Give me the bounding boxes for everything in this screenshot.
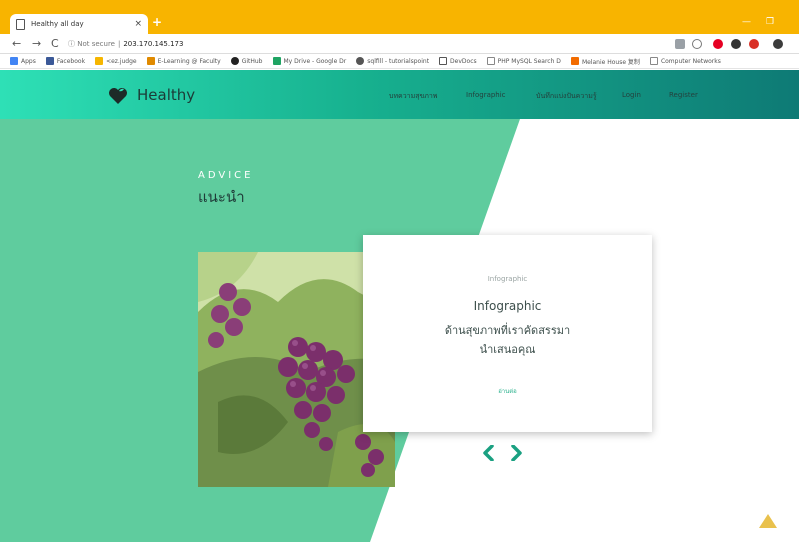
devdocs-icon <box>439 57 448 65</box>
nav-knowledge-notes[interactable]: บันทึกแบ่งปันความรู้ <box>536 91 597 102</box>
page-icon <box>16 18 25 30</box>
new-tab-button[interactable]: + <box>152 15 162 29</box>
github-icon <box>230 57 239 65</box>
nav-health-articles[interactable]: บทความสุขภาพ <box>389 91 437 102</box>
bookmark-label: My Drive - Google Dr <box>283 57 347 65</box>
section-title: แนะนำ <box>198 188 245 206</box>
tab-title: Healthy all day <box>31 20 84 28</box>
card-category: Infographic <box>487 275 528 283</box>
bookmark-elearning[interactable]: E-Learning @ Faculty <box>146 57 221 65</box>
bookmarks-bar: Apps Facebook <ez.judge E-Learning @ Fac… <box>0 54 799 69</box>
star-icon[interactable] <box>692 39 702 49</box>
url-text: 203.170.145.173 <box>123 40 184 48</box>
bookmark-melanie[interactable]: Melanie House 复制 <box>570 57 640 66</box>
nav-register[interactable]: Register <box>669 91 698 99</box>
bookmark-label: <ez.judge <box>106 57 137 65</box>
bookmark-ezjudge[interactable]: <ez.judge <box>95 57 137 65</box>
nav-login[interactable]: Login <box>622 91 641 99</box>
bookmark-label: Computer Networks <box>660 57 721 65</box>
ezjudge-icon <box>95 57 104 65</box>
back-button[interactable]: ← <box>12 37 21 50</box>
facebook-icon <box>45 57 54 65</box>
bookmark-networks[interactable]: Computer Networks <box>649 57 721 65</box>
extension-icon[interactable] <box>731 39 741 49</box>
card-title: Infographic <box>473 299 542 313</box>
site-logo-text[interactable]: Healthy <box>137 86 195 104</box>
bookmark-label: E-Learning @ Faculty <box>157 57 221 65</box>
bookmark-label: DevDocs <box>450 57 477 65</box>
bookmark-label: GitHub <box>241 57 263 65</box>
bookmark-drive[interactable]: My Drive - Google Dr <box>272 57 347 65</box>
adblock-icon[interactable] <box>749 39 759 49</box>
avatar[interactable] <box>773 39 783 49</box>
bookmark-label: Facebook <box>56 57 86 65</box>
bookmark-sqlfill[interactable]: sqlfill - tutorialspoint <box>356 57 429 65</box>
bookmark-apps[interactable]: Apps <box>10 57 36 65</box>
browser-tabstrip: Healthy all day × + — ❐ <box>0 0 799 34</box>
reload-button[interactable]: C <box>51 37 59 50</box>
card-description-line2: นำเสนอคุณ <box>479 343 536 356</box>
pinterest-icon[interactable] <box>713 39 723 49</box>
page-icon <box>649 57 658 65</box>
restore-button[interactable]: ❐ <box>766 17 774 27</box>
bookmark-facebook[interactable]: Facebook <box>45 57 86 65</box>
blogger-icon <box>570 57 579 65</box>
google-drive-icon <box>272 57 281 65</box>
security-indicator[interactable]: ⓘ Not secure <box>68 39 115 49</box>
bookmark-github[interactable]: GitHub <box>230 57 263 65</box>
read-more-link[interactable]: อ่านต่อ <box>363 386 652 396</box>
apps-grid-icon <box>10 57 18 65</box>
tutorialspoint-icon <box>356 57 365 65</box>
infographic-card: Infographic Infographic ด้านสุขภาพที่เรา… <box>363 235 652 432</box>
bookmark-label: Melanie House 复制 <box>581 58 640 66</box>
forward-button[interactable]: → <box>32 37 41 50</box>
minimize-button[interactable]: — <box>742 17 751 27</box>
translate-icon[interactable] <box>675 39 685 49</box>
bookmark-label: Apps <box>21 57 36 65</box>
scroll-to-top-button[interactable] <box>759 514 777 528</box>
browser-tab[interactable]: Healthy all day × <box>10 14 148 34</box>
url-field[interactable]: ⓘ Not secure | 203.170.145.173 <box>68 37 658 51</box>
nav-infographic[interactable]: Infographic <box>466 91 506 99</box>
url-separator: | <box>117 40 121 48</box>
chevron-left-icon[interactable] <box>482 445 494 461</box>
tab-close-icon[interactable]: × <box>134 19 142 29</box>
section-label: ADVICE <box>198 170 254 181</box>
bookmark-devdocs[interactable]: DevDocs <box>439 57 477 65</box>
bookmark-label: sqlfill - tutorialspoint <box>367 57 430 65</box>
chevron-right-icon[interactable] <box>511 445 523 461</box>
site-header: Healthy บทความสุขภาพ Infographic บันทึกแ… <box>0 70 799 119</box>
address-bar: ← → C ⓘ Not secure | 203.170.145.173 <box>0 34 799 54</box>
bookmark-php-search[interactable]: PHP MySQL Search D <box>486 57 561 65</box>
page-icon <box>486 57 495 65</box>
elearning-icon <box>146 57 155 65</box>
card-description-line1: ด้านสุขภาพที่เราคัดสรรมา <box>444 324 571 337</box>
heart-logo-icon[interactable] <box>108 87 128 105</box>
advice-section: ADVICE แนะนำ Infographic Infographic ด้า… <box>0 119 799 542</box>
bookmark-label: PHP MySQL Search D <box>497 57 561 65</box>
